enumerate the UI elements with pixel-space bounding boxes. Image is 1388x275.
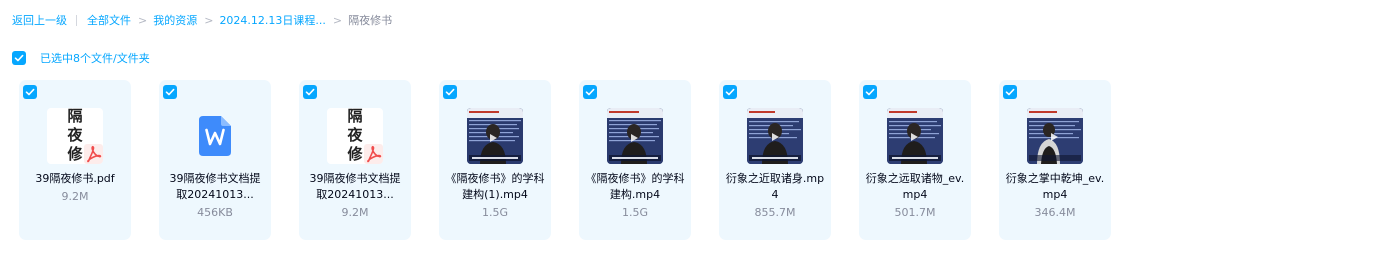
file-thumbnail bbox=[747, 108, 803, 164]
video-thumbnail bbox=[607, 108, 663, 164]
selection-count-label: 已选中8个文件/文件夹 bbox=[40, 52, 150, 65]
file-name[interactable]: 衍象之掌中乾坤_ev.mp4 bbox=[1005, 171, 1105, 203]
file-thumbnail bbox=[607, 108, 663, 164]
file-size: 346.4M bbox=[1034, 206, 1076, 219]
file-name[interactable]: 《隔夜修书》的学科建构(1).mp4 bbox=[445, 171, 545, 203]
pdf-icon bbox=[84, 144, 103, 164]
file-size: 9.2M bbox=[341, 206, 369, 219]
chevron-right-icon: > bbox=[204, 13, 214, 27]
file-card[interactable]: 《隔夜修书》的学科建构.mp4 1.5G bbox=[579, 80, 691, 240]
file-thumbnail bbox=[467, 108, 523, 164]
video-thumbnail bbox=[467, 108, 523, 164]
video-thumbnail bbox=[747, 108, 803, 164]
file-checkbox[interactable] bbox=[163, 85, 177, 99]
file-card[interactable]: 衍象之掌中乾坤_ev.mp4 346.4M bbox=[999, 80, 1111, 240]
file-card[interactable]: 《隔夜修书》的学科建构(1).mp4 1.5G bbox=[439, 80, 551, 240]
file-name[interactable]: 39隔夜修书.pdf bbox=[25, 171, 125, 187]
file-thumbnail bbox=[187, 108, 243, 164]
file-card[interactable]: 隔夜修书 39隔夜修书文档提取20241013... 9.2M bbox=[299, 80, 411, 240]
file-checkbox[interactable] bbox=[23, 85, 37, 99]
breadcrumb-all-files[interactable]: 全部文件 bbox=[87, 12, 131, 28]
file-checkbox[interactable] bbox=[723, 85, 737, 99]
file-name[interactable]: 39隔夜修书文档提取20241013... bbox=[305, 171, 405, 203]
file-checkbox[interactable] bbox=[863, 85, 877, 99]
checkmark-icon bbox=[25, 88, 35, 96]
select-all-bar: 已选中8个文件/文件夹 bbox=[12, 51, 150, 65]
file-size: 1.5G bbox=[621, 206, 649, 219]
file-name[interactable]: 《隔夜修书》的学科建构.mp4 bbox=[585, 171, 685, 203]
pdf-cover-thumbnail: 隔夜修书 bbox=[47, 108, 103, 164]
checkmark-icon bbox=[305, 88, 315, 96]
checkmark-icon bbox=[1005, 88, 1015, 96]
file-thumbnail: 隔夜修书 bbox=[327, 108, 383, 164]
breadcrumb: 返回上一级 全部文件 > 我的资源 > 2024.12.13日课程... > 隔… bbox=[12, 12, 392, 28]
file-card[interactable]: 39隔夜修书文档提取20241013... 456KB bbox=[159, 80, 271, 240]
video-thumbnail bbox=[887, 108, 943, 164]
video-thumbnail bbox=[1027, 108, 1083, 164]
file-name[interactable]: 衍象之远取诸物_ev.mp4 bbox=[865, 171, 965, 203]
file-size: 456KB bbox=[197, 206, 233, 219]
checkmark-icon bbox=[725, 88, 735, 96]
chevron-right-icon: > bbox=[138, 13, 148, 27]
checkmark-icon bbox=[14, 54, 24, 62]
file-thumbnail bbox=[887, 108, 943, 164]
file-size: 501.7M bbox=[894, 206, 936, 219]
file-checkbox[interactable] bbox=[583, 85, 597, 99]
breadcrumb-my-resources[interactable]: 我的资源 bbox=[153, 12, 197, 28]
breadcrumb-divider bbox=[76, 14, 77, 26]
file-card[interactable]: 衍象之近取诸身.mp4 855.7M bbox=[719, 80, 831, 240]
file-size: 9.2M bbox=[61, 190, 89, 203]
file-thumbnail bbox=[1027, 108, 1083, 164]
select-all-checkbox[interactable] bbox=[12, 51, 26, 65]
breadcrumb-course-folder[interactable]: 2024.12.13日课程... bbox=[219, 12, 325, 28]
breadcrumb-current-folder: 隔夜修书 bbox=[348, 14, 393, 27]
checkmark-icon bbox=[165, 88, 175, 96]
back-link[interactable]: 返回上一级 bbox=[12, 12, 67, 28]
file-size: 1.5G bbox=[481, 206, 509, 219]
checkmark-icon bbox=[865, 88, 875, 96]
file-checkbox[interactable] bbox=[303, 85, 317, 99]
file-size: 855.7M bbox=[754, 206, 796, 219]
file-checkbox[interactable] bbox=[1003, 85, 1017, 99]
file-card[interactable]: 隔夜修书 39隔夜修书.pdf 9.2M bbox=[19, 80, 131, 240]
file-thumbnail: 隔夜修书 bbox=[47, 108, 103, 164]
file-name[interactable]: 衍象之近取诸身.mp4 bbox=[725, 171, 825, 203]
checkmark-icon bbox=[585, 88, 595, 96]
pdf-cover-thumbnail: 隔夜修书 bbox=[327, 108, 383, 164]
checkmark-icon bbox=[445, 88, 455, 96]
pdf-icon bbox=[364, 144, 383, 164]
file-checkbox[interactable] bbox=[443, 85, 457, 99]
file-name[interactable]: 39隔夜修书文档提取20241013... bbox=[165, 171, 265, 203]
chevron-right-icon: > bbox=[332, 13, 343, 27]
word-document-icon bbox=[199, 116, 231, 156]
file-card[interactable]: 衍象之远取诸物_ev.mp4 501.7M bbox=[859, 80, 971, 240]
